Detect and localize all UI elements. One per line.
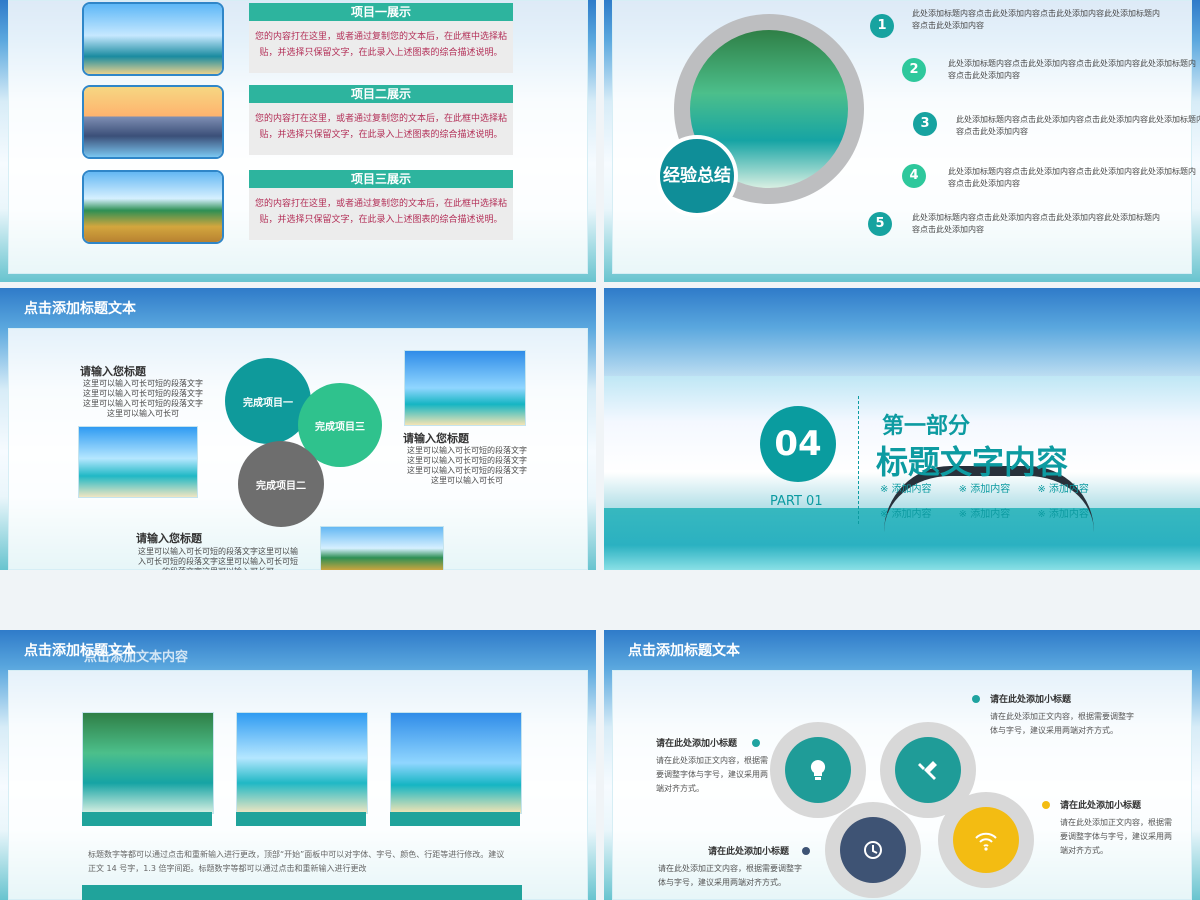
project-two-title: 项目二展示 [249, 85, 513, 103]
step-4-number: 4 [902, 164, 926, 188]
step-2-text: 此处添加标题内容点击此处添加内容点击此处添加内容此处添加标题内容点击此处添加内容 [948, 59, 1196, 80]
slide-project-showcase[interactable]: 项目一展示 您的内容打在这里，或者通过复制您的文本后，在此框中选择粘贴，并选择只… [0, 0, 596, 282]
project-two-text: 您的内容打在这里，或者通过复制您的文本后，在此框中选择粘贴，并选择只保留文字，在… [249, 103, 513, 155]
section-number-circle: 04 [760, 406, 836, 482]
slide-title: 点击添加标题文本 [628, 643, 740, 659]
clock-button[interactable] [840, 817, 906, 883]
growth-chart-photo [320, 526, 444, 570]
wifi-icon [975, 832, 997, 851]
part-code: PART 01 [770, 494, 823, 509]
slide-experience-summary[interactable]: 经验总结 1 此处添加标题内容点击此处添加内容点击此处添加内容此处添加标题内容点… [604, 0, 1200, 282]
completed-project-two-bubble: 完成项目二 [238, 441, 324, 527]
slide-title: 点击添加标题文本 [24, 301, 136, 317]
step-1-number: 1 [870, 14, 894, 38]
project-two-photo [82, 85, 224, 159]
slide-icon-cluster[interactable]: 点击添加标题文本 请在此处添加小标题 请在此处添加正文内容，根据需要调整字体与字… [604, 630, 1200, 900]
step-5-number: 5 [868, 212, 892, 236]
right-bottom-copy: 请在此处添加正文内容，根据需要调整字体与字号，建议采用两端对齐方式。 [1060, 818, 1172, 855]
overlay-title: 点击添加文本内容 [84, 650, 189, 665]
project-one-photo [82, 2, 224, 76]
wifi-button[interactable] [953, 807, 1019, 873]
slide-part-cover[interactable]: 04 第一部分 标题文字内容 PART 01 ※ 添加内容 ※ 添加内容 ※ 添… [604, 288, 1200, 570]
hut-caption-strip [390, 812, 520, 826]
project-three-photo [82, 170, 224, 244]
left-top-dot [752, 739, 760, 747]
tag-item[interactable]: ※ 添加内容 [880, 505, 943, 520]
tools-icon [918, 761, 937, 780]
right-bottom-dot [1042, 801, 1050, 809]
waterfall-photo [84, 4, 222, 74]
left-top-copy: 请在此处添加正文内容，根据需要调整字体与字号，建议采用两端对齐方式。 [656, 756, 768, 793]
right-top-heading: 请在此处添加小标题 [990, 695, 1072, 705]
river-photo [82, 712, 214, 814]
tools-button[interactable] [895, 737, 961, 803]
tree-field-photo [84, 172, 222, 242]
lightbulb-icon [810, 759, 826, 780]
tag-item[interactable]: ※ 添加内容 [880, 480, 943, 495]
section-title: 标题文字内容 [876, 443, 1069, 481]
tag-item[interactable]: ※ 添加内容 [1037, 480, 1100, 495]
heading-bottom: 请输入您标题 [136, 532, 202, 545]
city-bridge-photo [84, 87, 222, 157]
gallery-description: 标题数字等都可以通过点击和重新输入进行更改，顶部“开始”面板中可以对字体、字号、… [88, 850, 505, 873]
river-caption-strip [82, 812, 212, 826]
heading-left-top: 请输入您标题 [80, 365, 146, 378]
project-one-title: 项目一展示 [249, 3, 513, 21]
step-4-text: 此处添加标题内容点击此处添加内容点击此处添加内容此处添加标题内容点击此处添加内容 [948, 167, 1196, 188]
slide-completed-projects[interactable]: 点击添加标题文本 请输入您标题 这里可以输入可长可短的段落文字这里可以输入可长可… [0, 288, 596, 570]
presentation-thumbnail-grid: 项目一展示 您的内容打在这里，或者通过复制您的文本后，在此框中选择粘贴，并选择只… [0, 0, 1200, 900]
right-top-dot [972, 695, 980, 703]
slide-photo-gallery[interactable]: 点击添加标题文本 点击添加文本内容 标题数字等都可以通过点击和重新输入进行更改，… [0, 630, 596, 900]
clock-icon [864, 841, 882, 859]
tag-grid: ※ 添加内容 ※ 添加内容 ※ 添加内容 ※ 添加内容 ※ 添加内容 ※ 添加内… [880, 480, 1100, 520]
step-2-number: 2 [902, 58, 926, 82]
step-3-text: 此处添加标题内容点击此处添加内容点击此处添加内容此处添加标题内容点击此处添加内容 [956, 115, 1200, 136]
bottom-teal-strip [82, 885, 522, 900]
step-1-text: 此处添加标题内容点击此处添加内容点击此处添加内容此处添加标题内容点击此处添加内容 [912, 9, 1160, 30]
vertical-divider [858, 396, 859, 524]
palm-beach-photo [236, 712, 368, 814]
step-5-text: 此处添加标题内容点击此处添加内容点击此处添加内容此处添加标题内容点击此处添加内容 [912, 213, 1160, 234]
text-left-top: 这里可以输入可长可短的段落文字这里可以输入可长可短的段落文字这里可以输入可长可短… [83, 379, 203, 418]
step-3-number: 3 [913, 112, 937, 136]
left-bottom-copy: 请在此处添加正文内容，根据需要调整字体与字号，建议采用两端对齐方式。 [658, 864, 802, 887]
tag-item[interactable]: ※ 添加内容 [959, 480, 1022, 495]
project-three-text: 您的内容打在这里，或者通过复制您的文本后，在此框中选择粘贴，并选择只保留文字，在… [249, 188, 513, 240]
text-right: 这里可以输入可长可短的段落文字这里可以输入可长可短的段落文字这里可以输入可长可短… [407, 446, 527, 485]
tag-item[interactable]: ※ 添加内容 [1037, 505, 1100, 520]
left-bottom-dot [802, 847, 810, 855]
right-top-copy: 请在此处添加正文内容，根据需要调整字体与字号，建议采用两端对齐方式。 [990, 712, 1134, 735]
handshake-photo [78, 426, 198, 498]
lightbulb-button[interactable] [785, 737, 851, 803]
tropical-hut-photo [390, 712, 522, 814]
project-one-text: 您的内容打在这里，或者通过复制您的文本后，在此框中选择粘贴，并选择只保留文字，在… [249, 21, 513, 73]
project-three-title: 项目三展示 [249, 170, 513, 188]
text-bottom: 这里可以输入可长可短的段落文字这里可以输入可长可短的段落文字这里可以输入可长可短… [138, 547, 298, 570]
part-name: 第一部分 [882, 414, 971, 439]
left-bottom-heading: 请在此处添加小标题 [708, 847, 790, 857]
heading-right: 请输入您标题 [403, 432, 469, 445]
tag-item[interactable]: ※ 添加内容 [959, 505, 1022, 520]
left-top-heading: 请在此处添加小标题 [656, 739, 738, 749]
business-touchscreen-photo [404, 350, 526, 426]
experience-summary-badge: 经验总结 [656, 135, 738, 217]
beach-caption-strip [236, 812, 366, 826]
right-bottom-heading: 请在此处添加小标题 [1060, 801, 1142, 811]
